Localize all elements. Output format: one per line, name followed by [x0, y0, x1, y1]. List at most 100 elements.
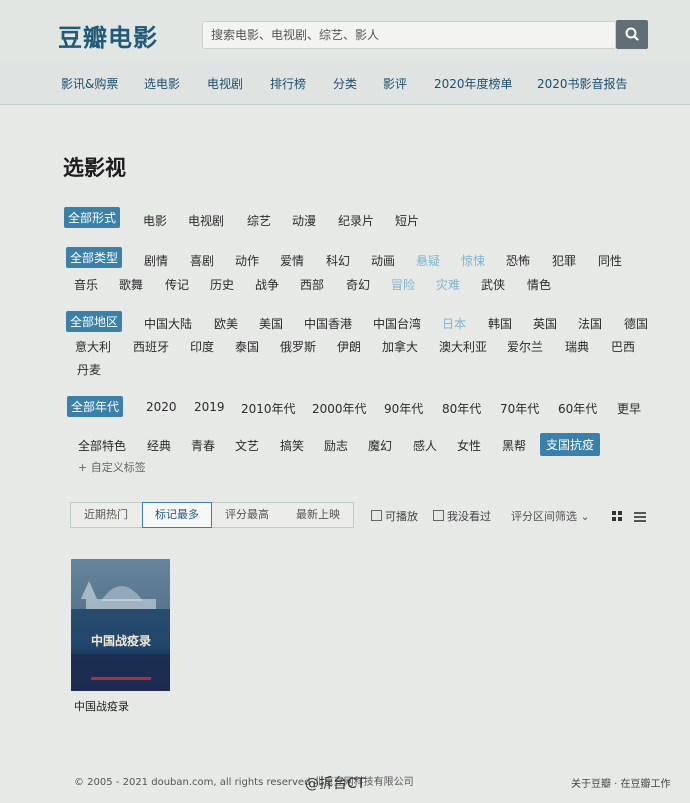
filter-type-item[interactable]: 情色	[527, 276, 551, 293]
filter-type-item[interactable]: 音乐	[74, 276, 98, 293]
filter-type-item[interactable]: 犯罪	[552, 252, 576, 269]
filter-type-all[interactable]: 全部类型	[66, 247, 123, 268]
filter-region-item[interactable]: 中国台湾	[373, 315, 421, 332]
filter-type-item[interactable]: 惊悚	[461, 252, 485, 269]
filter-feature-item[interactable]: 魔幻	[368, 437, 392, 454]
custom-tag-link[interactable]: + 自定义标签	[78, 459, 146, 475]
filter-feature-item[interactable]: 励志	[324, 437, 348, 454]
filter-type-item[interactable]: 恐怖	[506, 252, 530, 269]
filter-year-item[interactable]: 2010年代	[241, 400, 296, 417]
filter-year-all[interactable]: 全部年代	[67, 396, 124, 417]
filter-region-item[interactable]: 美国	[259, 315, 283, 332]
sort-tab-latest[interactable]: 最新上映	[283, 503, 353, 527]
filter-region-item[interactable]: 俄罗斯	[280, 338, 316, 355]
footer-links[interactable]: 关于豆瓣 · 在豆瓣工作	[571, 775, 671, 790]
sort-tab-recent-hot[interactable]: 近期热门	[71, 503, 141, 527]
filter-year-item[interactable]: 80年代	[442, 400, 481, 417]
filter-region-item[interactable]: 法国	[578, 315, 602, 332]
filter-region-item[interactable]: 韩国	[488, 315, 512, 332]
filter-region-item[interactable]: 伊朗	[337, 338, 361, 355]
filter-type-item[interactable]: 西部	[300, 276, 324, 293]
filter-region-item[interactable]: 德国	[624, 315, 648, 332]
filter-region-item[interactable]: 日本	[442, 315, 466, 332]
rating-range-filter[interactable]: 评分区间筛选 ⌄	[511, 508, 590, 524]
douban-movie-logo[interactable]: 豆瓣电影	[58, 18, 158, 53]
filter-region-item[interactable]: 瑞典	[565, 338, 589, 355]
list-view-icon[interactable]	[634, 511, 646, 522]
filter-region-all[interactable]: 全部地区	[66, 311, 123, 332]
filter-region-item[interactable]: 加拿大	[382, 338, 418, 355]
filter-type-item[interactable]: 科幻	[326, 252, 350, 269]
nav-reviews[interactable]: 影评	[383, 75, 407, 92]
filter-year-item[interactable]: 60年代	[558, 400, 597, 417]
search-input[interactable]	[211, 25, 607, 45]
filter-region-item[interactable]: 澳大利亚	[439, 338, 487, 355]
filter-type-item[interactable]: 同性	[598, 252, 622, 269]
nav-tv[interactable]: 电视剧	[207, 75, 243, 92]
filter-region-item[interactable]: 英国	[533, 315, 557, 332]
sort-tab-most-marked[interactable]: 标记最多	[142, 502, 212, 528]
filter-form-item[interactable]: 短片	[395, 212, 419, 229]
nav-categories[interactable]: 分类	[333, 75, 357, 92]
filter-region-item[interactable]: 爱尔兰	[507, 338, 543, 355]
filter-year-item[interactable]: 2020	[146, 400, 177, 414]
filter-year-item[interactable]: 2019	[194, 400, 225, 414]
filter-region-item[interactable]: 丹麦	[77, 361, 101, 378]
filter-year-item[interactable]: 2000年代	[312, 400, 367, 417]
filter-feature-selected[interactable]: 支国抗疫	[540, 433, 601, 456]
playable-checkbox[interactable]: 可播放	[371, 508, 418, 524]
filter-form-item[interactable]: 电影	[143, 212, 167, 229]
nav-rankings[interactable]: 排行榜	[270, 75, 306, 92]
filter-feature-item[interactable]: 青春	[191, 437, 215, 454]
site-header: 豆瓣电影	[0, 0, 690, 62]
filter-feature-item[interactable]: 女性	[457, 437, 481, 454]
filter-type-item[interactable]: 喜剧	[190, 252, 214, 269]
filter-feature-item[interactable]: 全部特色	[78, 437, 126, 454]
filter-type-item[interactable]: 战争	[255, 276, 279, 293]
filter-type-item[interactable]: 动画	[371, 252, 395, 269]
filter-feature-item[interactable]: 文艺	[235, 437, 259, 454]
filter-form-item[interactable]: 综艺	[247, 212, 271, 229]
search-box[interactable]	[202, 21, 616, 49]
filter-region-item[interactable]: 西班牙	[133, 338, 169, 355]
grid-view-icon[interactable]	[612, 511, 622, 521]
filter-type-item[interactable]: 冒险	[391, 276, 415, 293]
filter-type-item[interactable]: 传记	[165, 276, 189, 293]
filter-type-item[interactable]: 爱情	[280, 252, 304, 269]
filter-region-item[interactable]: 欧美	[214, 315, 238, 332]
filter-region-item[interactable]: 意大利	[75, 338, 111, 355]
filter-region-item[interactable]: 巴西	[611, 338, 635, 355]
filter-region-item[interactable]: 中国香港	[304, 315, 352, 332]
nav-2020-annual-list[interactable]: 2020年度榜单	[434, 75, 513, 92]
filter-type-item[interactable]: 奇幻	[346, 276, 370, 293]
filter-region-item[interactable]: 中国大陆	[144, 315, 192, 332]
filter-form-all[interactable]: 全部形式	[64, 207, 121, 228]
filter-form-item[interactable]: 纪录片	[338, 212, 374, 229]
movie-poster[interactable]: 中国战疫录	[71, 559, 170, 691]
filter-feature-item[interactable]: 经典	[147, 437, 171, 454]
nav-tickets[interactable]: 影讯&购票	[61, 75, 118, 92]
filter-form-item[interactable]: 动漫	[292, 212, 316, 229]
movie-title[interactable]: 中国战疫录	[74, 698, 129, 714]
filter-type-item[interactable]: 动作	[235, 252, 259, 269]
filter-type-item[interactable]: 灾难	[436, 276, 460, 293]
filter-feature-item[interactable]: 搞笑	[280, 437, 304, 454]
filter-region-item[interactable]: 印度	[190, 338, 214, 355]
nav-choose-movie[interactable]: 选电影	[144, 75, 180, 92]
filter-feature-item[interactable]: 黑帮	[502, 437, 526, 454]
sort-tab-top-rated[interactable]: 评分最高	[212, 503, 282, 527]
filter-type-item[interactable]: 武侠	[481, 276, 505, 293]
filter-year-item[interactable]: 更早	[617, 400, 641, 417]
search-button[interactable]	[616, 20, 648, 49]
filter-feature-item[interactable]: 感人	[413, 437, 437, 454]
filter-type-item[interactable]: 悬疑	[416, 252, 440, 269]
filter-year-item[interactable]: 70年代	[500, 400, 539, 417]
filter-type-item[interactable]: 歌舞	[119, 276, 143, 293]
filter-year-item[interactable]: 90年代	[384, 400, 423, 417]
filter-form-item[interactable]: 电视剧	[188, 212, 224, 229]
nav-2020-report[interactable]: 2020书影音报告	[537, 75, 628, 92]
filter-region-item[interactable]: 泰国	[235, 338, 259, 355]
not-watched-checkbox[interactable]: 我没看过	[433, 508, 491, 524]
filter-type-item[interactable]: 历史	[210, 276, 234, 293]
filter-type-item[interactable]: 剧情	[144, 252, 168, 269]
